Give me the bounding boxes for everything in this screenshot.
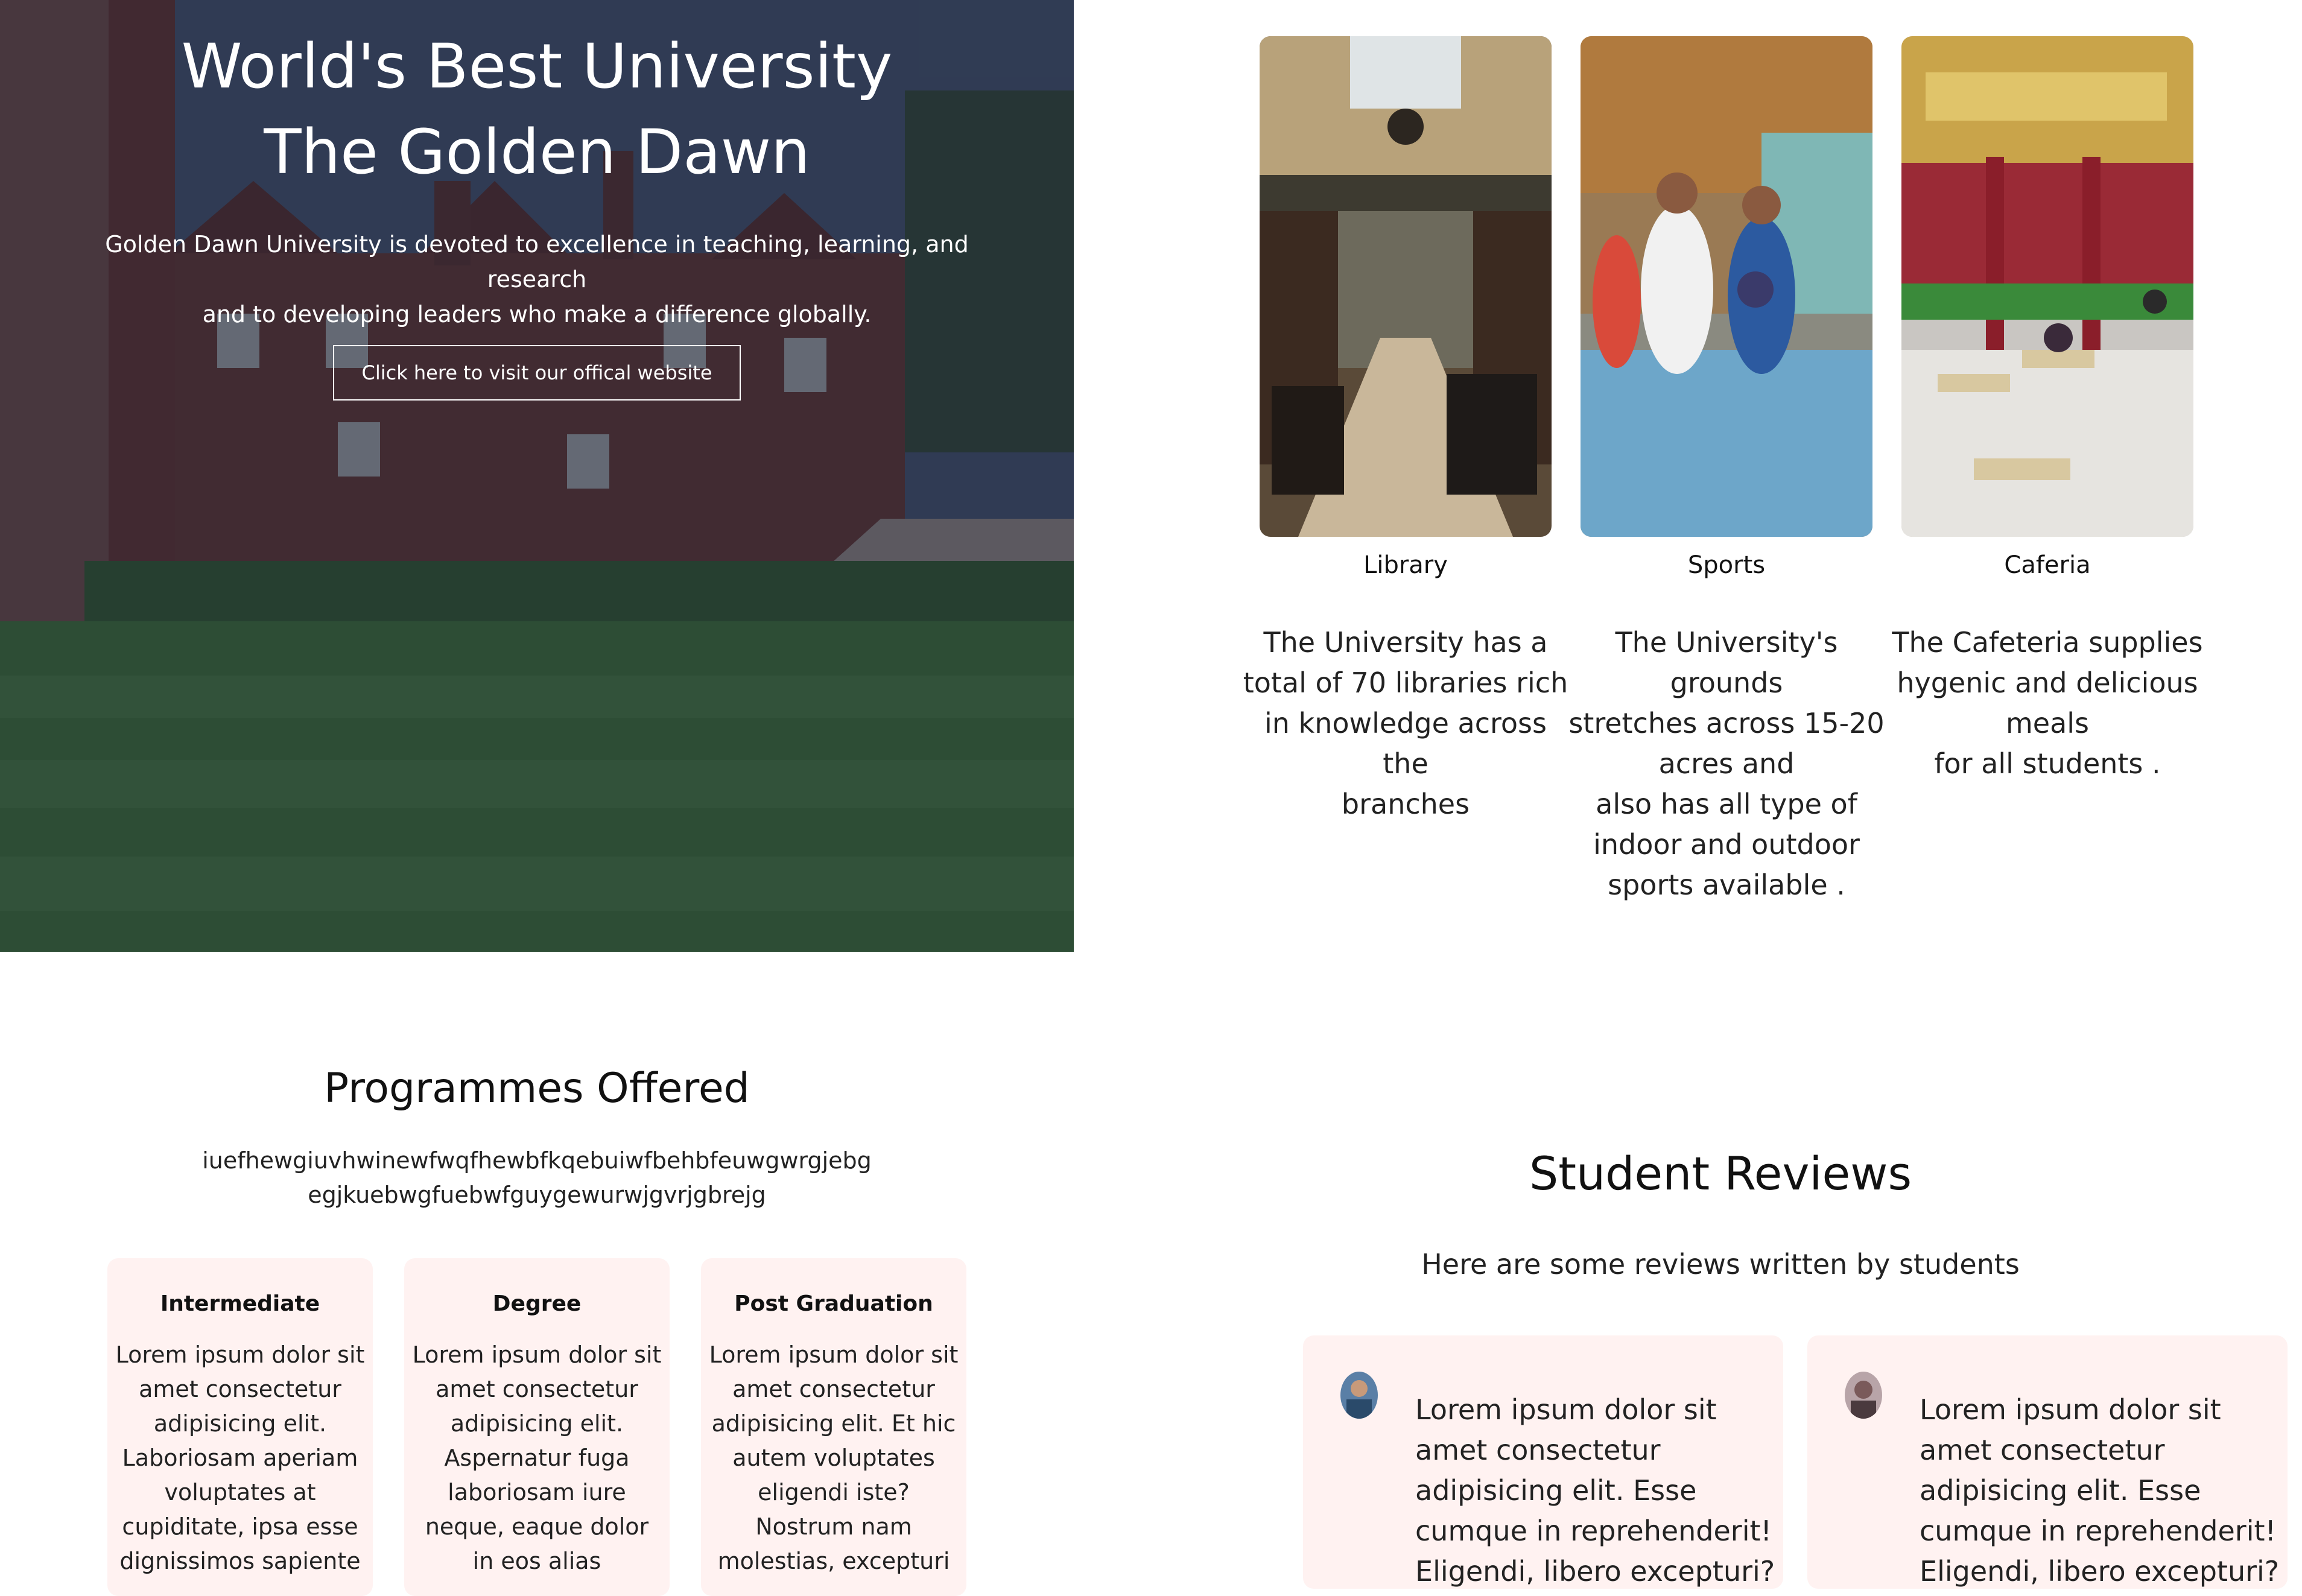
review-text: Lorem ipsum dolor sit amet consectetur a… bbox=[1920, 1390, 2281, 1589]
facility-description-line: stretches across 15-20 bbox=[1568, 707, 1885, 739]
programme-card-text: Lorem ipsum dolor sit amet consectetur a… bbox=[410, 1338, 664, 1579]
review-card: Lorem ipsum dolor sit amet consectetur a… bbox=[1807, 1335, 2288, 1589]
facility-description: The Cafeteria supplies hygenic and delic… bbox=[1885, 622, 2210, 784]
programme-card-text-line: adipisicing elit. Et hic bbox=[711, 1410, 956, 1437]
facility-card-library: Library The University has a total of 70… bbox=[1243, 36, 1568, 825]
programme-card-text-line: dignissimos sapiente bbox=[119, 1548, 361, 1574]
hero-description-line: Golden Dawn University is devoted to exc… bbox=[105, 231, 969, 293]
programme-card-title: Degree bbox=[492, 1291, 582, 1316]
facility-description-line: The University has a bbox=[1263, 626, 1548, 659]
programme-card-text-line: amet consectetur bbox=[732, 1376, 935, 1402]
facility-description-line: total of 70 libraries rich bbox=[1243, 667, 1568, 699]
facility-description-line: hygenic and delicious bbox=[1897, 667, 2198, 699]
facility-card-sports: Sports The University's grounds stretche… bbox=[1564, 36, 1889, 905]
programmes-subtitle-line: iuefhewgiuvhwinewfwqfhewbfkqebuiwfbehbfe… bbox=[202, 1147, 872, 1174]
reviews-title: Student Reviews bbox=[1529, 1147, 1912, 1200]
hero-title: World's Best University The Golden Dawn bbox=[0, 24, 1074, 195]
programme-card-text-line: laboriosam iure bbox=[448, 1479, 626, 1506]
hero-title-line: The Golden Dawn bbox=[264, 116, 810, 188]
programme-card-text-line: amet consectetur bbox=[436, 1376, 638, 1402]
review-text-line: amet consectetur bbox=[1415, 1434, 1661, 1466]
review-text-line: Eligendi, libero excepturi? bbox=[1920, 1555, 2280, 1588]
programmes-subtitle-line: egjkuebwgfuebwfguygewurwjgvrjgbrejg bbox=[308, 1182, 766, 1208]
programme-card-title: Intermediate bbox=[160, 1291, 320, 1316]
facility-description-line: The Cafeteria supplies bbox=[1892, 626, 2203, 659]
review-text: Lorem ipsum dolor sit amet consectetur a… bbox=[1415, 1390, 1777, 1589]
review-text-line: Lorem ipsum dolor sit bbox=[1415, 1393, 1717, 1426]
cafeteria-photo bbox=[1901, 36, 2193, 537]
programme-card-text-line: Lorem ipsum dolor sit bbox=[412, 1341, 662, 1368]
facility-description-line: also has all type of bbox=[1596, 788, 1857, 820]
reviews-subtitle: Here are some reviews written by student… bbox=[1421, 1248, 2020, 1281]
review-text-line: amet consectetur bbox=[1920, 1434, 2165, 1466]
programme-card-text-line: neque, eaque dolor bbox=[425, 1513, 649, 1540]
programme-card-text-line: Lorem ipsum dolor sit bbox=[115, 1341, 365, 1368]
visit-website-button[interactable]: Click here to visit our offical website bbox=[333, 345, 741, 401]
programme-card-text-line: Nostrum nam bbox=[755, 1513, 912, 1540]
programme-card-text: Lorem ipsum dolor sit amet consectetur a… bbox=[707, 1338, 960, 1579]
facility-description: The University's grounds stretches acros… bbox=[1564, 622, 1889, 905]
student-avatar bbox=[1340, 1372, 1378, 1419]
facility-card-cafeteria: Caferia The Cafeteria supplies hygenic a… bbox=[1885, 36, 2210, 784]
library-photo bbox=[1260, 36, 1552, 537]
programme-card-text-line: amet consectetur bbox=[139, 1376, 341, 1402]
hero-description-line: and to developing leaders who make a dif… bbox=[202, 301, 872, 328]
student-avatar bbox=[1845, 1372, 1882, 1419]
programme-card-text-line: eligendi iste? bbox=[758, 1479, 910, 1506]
programme-card-text-line: cupiditate, ipsa esse bbox=[122, 1513, 358, 1540]
hero-description: Golden Dawn University is devoted to exc… bbox=[54, 227, 1019, 332]
review-text-line: adipisicing elit. Esse bbox=[1920, 1474, 2201, 1507]
programme-card-degree: Degree Lorem ipsum dolor sit amet consec… bbox=[404, 1258, 670, 1596]
facility-description-line: meals bbox=[2005, 707, 2090, 739]
facility-description: The University has a total of 70 librari… bbox=[1243, 622, 1568, 825]
programme-card-text-line: voluptates at bbox=[164, 1479, 316, 1506]
programme-card-post-graduation: Post Graduation Lorem ipsum dolor sit am… bbox=[701, 1258, 966, 1596]
facility-description-line: branches bbox=[1341, 788, 1470, 820]
programme-card-text-line: Laboriosam aperiam bbox=[122, 1445, 358, 1471]
programmes-title: Programmes Offered bbox=[324, 1065, 750, 1112]
review-text-line: Eligendi, libero excepturi? bbox=[1415, 1555, 1775, 1588]
facility-description-line: The University's grounds bbox=[1615, 626, 1838, 699]
hero-section: World's Best University The Golden Dawn … bbox=[0, 0, 1074, 952]
programme-card-title: Post Graduation bbox=[734, 1291, 933, 1316]
sports-photo bbox=[1581, 36, 1872, 537]
programmes-subtitle: iuefhewgiuvhwinewfwqfhewbfkqebuiwfbehbfe… bbox=[0, 1144, 1074, 1212]
review-text-line: adipisicing elit. Esse bbox=[1415, 1474, 1697, 1507]
programme-card-intermediate: Intermediate Lorem ipsum dolor sit amet … bbox=[107, 1258, 373, 1596]
programme-card-text-line: in eos alias bbox=[472, 1548, 601, 1574]
review-text-line: cumque in reprehenderit! bbox=[1920, 1515, 2276, 1547]
facility-description-line: indoor and outdoor bbox=[1593, 828, 1860, 861]
facility-description-line: acres and bbox=[1658, 747, 1795, 780]
hero-title-line: World's Best University bbox=[181, 31, 893, 103]
facility-description-line: sports available . bbox=[1608, 869, 1845, 901]
programme-card-text-line: adipisicing elit. bbox=[153, 1410, 327, 1437]
programme-card-text-line: Aspernatur fuga bbox=[444, 1445, 630, 1471]
facility-name: Caferia bbox=[2004, 551, 2091, 579]
facility-description-line: in knowledge across the bbox=[1264, 707, 1547, 780]
review-text-line: cumque in reprehenderit! bbox=[1415, 1515, 1772, 1547]
programme-card-text: Lorem ipsum dolor sit amet consectetur a… bbox=[113, 1338, 367, 1579]
facility-description-line: for all students . bbox=[1934, 747, 2161, 780]
facility-name: Sports bbox=[1687, 551, 1766, 579]
programme-card-text-line: Lorem ipsum dolor sit bbox=[709, 1341, 959, 1368]
programme-card-text-line: molestias, excepturi bbox=[717, 1548, 950, 1574]
programme-card-text-line: adipisicing elit. bbox=[450, 1410, 624, 1437]
review-text-line: Lorem ipsum dolor sit bbox=[1920, 1393, 2221, 1426]
review-card: Lorem ipsum dolor sit amet consectetur a… bbox=[1303, 1335, 1783, 1589]
programme-card-text-line: autem voluptates bbox=[732, 1445, 935, 1471]
facility-name: Library bbox=[1363, 551, 1448, 579]
